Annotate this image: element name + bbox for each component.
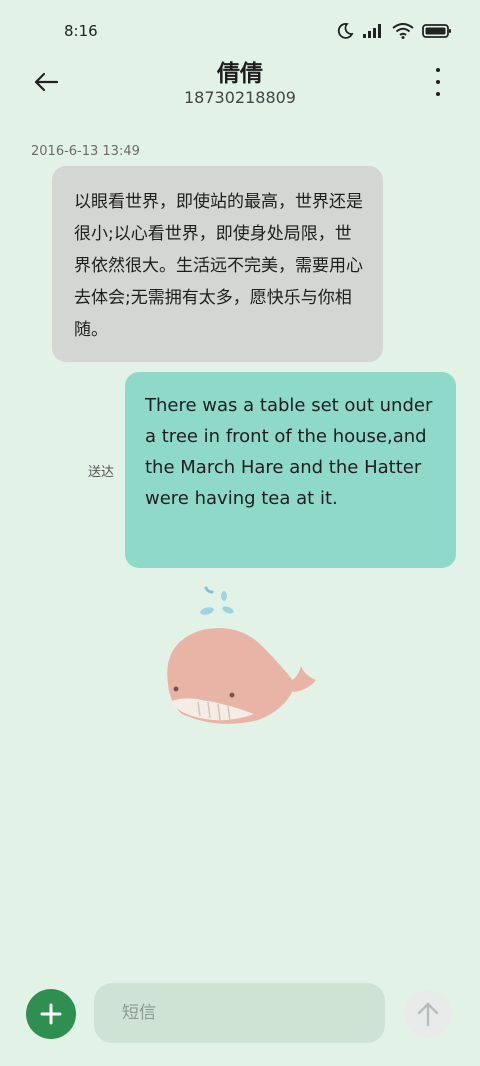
- plus-icon: [40, 1003, 62, 1025]
- arrow-up-icon: [417, 1002, 439, 1027]
- more-dot-icon: [436, 68, 440, 72]
- more-dot-icon: [436, 80, 440, 84]
- message-input[interactable]: [94, 983, 385, 1043]
- wifi-icon: [392, 23, 414, 39]
- status-time: 8:16: [64, 22, 98, 40]
- status-bar: 8:16: [0, 0, 480, 62]
- contact-name: 倩倩: [217, 61, 263, 87]
- incoming-message-bubble[interactable]: 以眼看世界，即使站的最高，世界还是很小;以心看世界，即使身处局限，世界依然很大。…: [52, 166, 383, 362]
- contact-number: 18730218809: [184, 88, 296, 107]
- signal-icon: [363, 24, 381, 38]
- whale-sticker[interactable]: [158, 584, 323, 730]
- message-timestamp: 2016-6-13 13:49: [31, 144, 140, 159]
- moon-icon: [337, 23, 354, 39]
- send-button[interactable]: [404, 990, 452, 1038]
- add-attachment-button[interactable]: [26, 989, 76, 1039]
- more-options-button[interactable]: [432, 68, 444, 96]
- outgoing-message-bubble[interactable]: There was a table set out under a tree i…: [125, 372, 456, 568]
- battery-icon: [422, 24, 451, 38]
- status-icons: [336, 22, 452, 40]
- more-dot-icon: [436, 92, 440, 96]
- delivery-status: 送达: [88, 465, 115, 480]
